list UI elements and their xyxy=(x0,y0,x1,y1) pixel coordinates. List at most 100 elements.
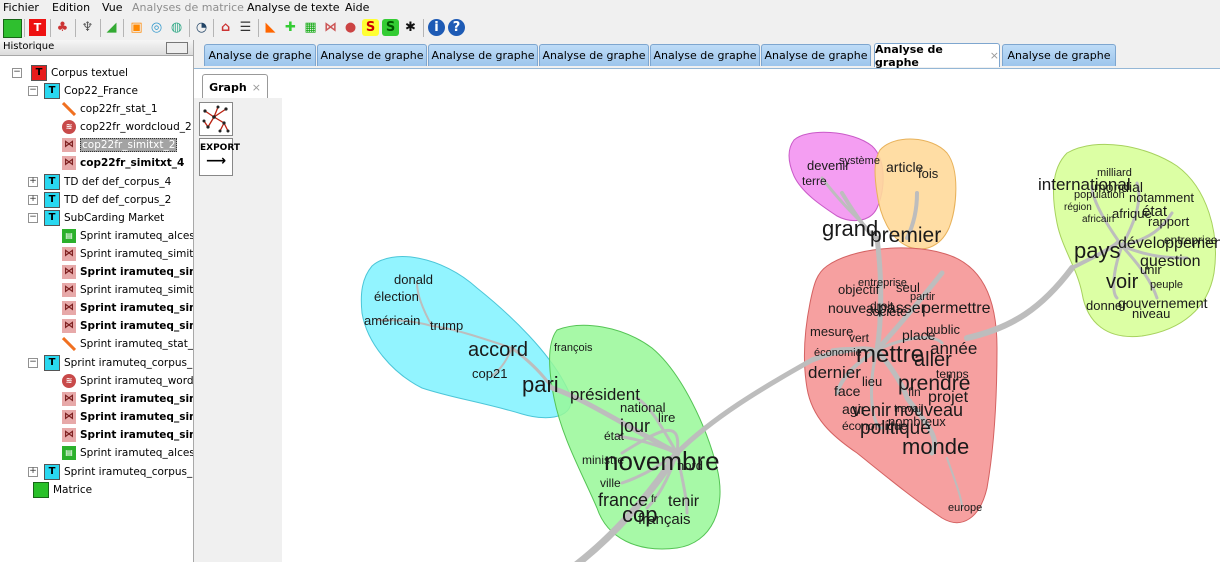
expand-toggle[interactable]: + xyxy=(28,195,38,205)
tree-item-analysis[interactable]: ▤ Sprint iramuteq_alces xyxy=(62,444,193,461)
graph-word[interactable]: milliard xyxy=(1097,167,1132,179)
expand-toggle[interactable]: + xyxy=(28,177,38,187)
menu-edit[interactable]: Edition xyxy=(52,1,90,14)
tree-item-analysis[interactable]: ▤ Sprint iramuteq_alces xyxy=(62,227,193,244)
graph-word[interactable]: pays xyxy=(1074,238,1120,263)
tree-item-analysis[interactable]: ⋈ Sprint iramuteq_simi xyxy=(62,263,193,280)
graph-word[interactable]: françois xyxy=(554,342,593,354)
menu-text-analysis[interactable]: Analyse de texte xyxy=(247,1,340,14)
close-tab-icon[interactable]: × xyxy=(990,49,999,62)
open-matrix-icon[interactable] xyxy=(3,19,22,38)
labbe-icon[interactable]: ▦ xyxy=(302,19,319,36)
collapse-toggle[interactable]: − xyxy=(28,358,38,368)
tree-item-analysis-selected[interactable]: ⋈ cop22fr_simitxt_2 xyxy=(62,136,178,153)
tree-item-corpus[interactable]: T TD def def_corpus_4 xyxy=(44,173,171,190)
graph-word[interactable]: nord xyxy=(677,458,703,473)
graph-word[interactable]: peuple xyxy=(1150,279,1183,291)
tree-item-analysis[interactable]: ≋ Sprint iramuteq_word xyxy=(62,372,193,389)
graph-word[interactable]: lieu xyxy=(862,374,882,389)
menu-file[interactable]: Fichier xyxy=(3,1,39,14)
graph-word[interactable]: français xyxy=(638,511,691,528)
graph-word[interactable]: premier xyxy=(870,224,941,247)
tree-item-analysis[interactable]: ⋈ Sprint iramuteq_simi xyxy=(62,426,193,443)
graph-word[interactable]: fois xyxy=(918,166,939,181)
graph-word[interactable]: voir xyxy=(1106,271,1139,293)
graph-word[interactable]: entreprise xyxy=(1164,233,1218,247)
close-tab-icon[interactable]: × xyxy=(252,81,261,94)
prototypical-icon[interactable]: ✚ xyxy=(282,19,299,36)
tab-analyse-de-graphe-active[interactable]: Analyse de graphe × xyxy=(874,43,1000,69)
graph-word[interactable]: tenir xyxy=(668,493,700,510)
graph-word[interactable]: dernier xyxy=(808,363,861,382)
tree-item-analysis[interactable]: ⋈ Sprint iramuteq_simit xyxy=(62,245,193,262)
panel-options-button[interactable] xyxy=(166,42,188,54)
graph-word[interactable]: niveau xyxy=(1132,306,1170,321)
menu-view[interactable]: Vue xyxy=(102,1,123,14)
graph-word[interactable]: ville xyxy=(600,476,621,490)
graph-layout-button[interactable] xyxy=(199,102,233,136)
tree-item-analysis[interactable]: ⋈ Sprint iramuteq_simi xyxy=(62,390,193,407)
graph-word[interactable]: élection xyxy=(374,289,419,304)
tree-item-analysis[interactable]: cop22fr_stat_1 xyxy=(62,100,158,117)
split-s2-icon[interactable]: S xyxy=(382,19,399,36)
frequency-icon[interactable]: ▣ xyxy=(128,19,145,36)
wordcloud-icon[interactable]: ● xyxy=(342,19,359,36)
split-s-icon[interactable]: S xyxy=(362,19,379,36)
graph-word[interactable]: face xyxy=(834,383,861,399)
collapse-toggle[interactable]: − xyxy=(28,86,38,96)
graph-word[interactable]: système xyxy=(839,155,880,167)
graph-word[interactable]: venir xyxy=(852,400,891,420)
info-icon[interactable]: i xyxy=(428,19,445,36)
tree-item-corpus[interactable]: T Sprint iramuteq_corpus_ xyxy=(44,463,192,480)
graph-word[interactable]: donald xyxy=(394,272,433,287)
target-icon[interactable]: ◎ xyxy=(148,19,165,36)
tree-item-corpus[interactable]: T SubCarding Market xyxy=(44,209,164,226)
graph-word[interactable]: trump xyxy=(430,318,463,333)
tree-item-corpus[interactable]: T Cop22_France xyxy=(44,82,138,99)
graph-word[interactable]: permettre xyxy=(922,300,991,317)
tree-item-analysis[interactable]: ⋈ Sprint iramuteq_simit xyxy=(62,281,193,298)
tree-item-corpus[interactable]: T Sprint iramuteq_corpus_ xyxy=(44,354,192,371)
graph-word[interactable]: passer xyxy=(878,300,927,317)
graph-word[interactable]: monde xyxy=(902,434,969,459)
chart-icon[interactable]: ◢ xyxy=(103,19,120,36)
help-icon[interactable]: ? xyxy=(448,19,465,36)
graph-word[interactable]: terre xyxy=(802,174,827,188)
tab-analyse-de-graphe[interactable]: Analyse de graphe xyxy=(761,44,871,66)
tree-item-corpus[interactable]: T TD def def_corpus_2 xyxy=(44,191,171,208)
tree-item-analysis[interactable]: ⋈ cop22fr_simitxt_4 xyxy=(62,154,184,171)
expand-toggle[interactable]: + xyxy=(28,467,38,477)
tree-item-corpus-textuel[interactable]: T Corpus textuel xyxy=(31,64,128,81)
graph-word[interactable]: pari xyxy=(522,372,559,397)
graph-word[interactable]: public xyxy=(926,322,960,337)
open-text-icon[interactable]: T xyxy=(29,19,46,36)
export-button[interactable]: EXPORT ⟶ xyxy=(199,138,240,176)
tab-analyse-de-graphe[interactable]: Analyse de graphe xyxy=(204,44,316,66)
graph-word[interactable]: région xyxy=(1064,202,1092,213)
graph-word[interactable]: lire xyxy=(658,410,675,425)
tree-item-analysis[interactable]: ⋈ Sprint iramuteq_simi xyxy=(62,299,193,316)
graph-word[interactable]: europe xyxy=(948,502,982,514)
menu-help[interactable]: Aide xyxy=(345,1,369,14)
graph-word[interactable]: fin xyxy=(908,385,921,399)
people-icon[interactable]: ♣ xyxy=(54,19,71,36)
graph-word[interactable]: accord xyxy=(468,339,528,361)
tree-item-matrix[interactable]: Matrice xyxy=(33,481,92,498)
graph-word[interactable]: état xyxy=(604,429,625,443)
tools-icon[interactable]: ♆ xyxy=(79,19,96,36)
graph-word[interactable]: rapport xyxy=(1148,214,1190,229)
simi-icon[interactable]: ⋈ xyxy=(322,19,339,36)
graph-word[interactable]: cop21 xyxy=(472,366,507,381)
graph-word[interactable]: objectif xyxy=(838,282,880,297)
home-icon[interactable]: ⌂ xyxy=(217,19,234,36)
list-icon[interactable]: ☰ xyxy=(237,19,254,36)
reinert-icon[interactable]: ◍ xyxy=(168,19,185,36)
tab-analyse-de-graphe[interactable]: Analyse de graphe xyxy=(1002,44,1116,66)
collapse-toggle[interactable]: − xyxy=(12,68,22,78)
graph-word[interactable]: unir xyxy=(1140,262,1162,277)
graph-word[interactable]: économie xyxy=(814,347,862,359)
collapse-toggle[interactable]: − xyxy=(28,213,38,223)
graph-word[interactable]: américain xyxy=(364,313,420,328)
tree-item-analysis[interactable]: ≋ cop22fr_wordcloud_2 xyxy=(62,118,192,135)
graph-word[interactable]: mesure xyxy=(810,324,853,339)
